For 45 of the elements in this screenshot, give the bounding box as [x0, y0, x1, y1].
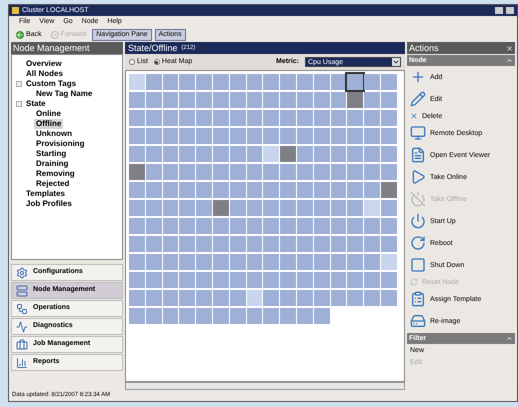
horizontal-scrollbar[interactable]	[125, 382, 405, 390]
app-icon	[12, 7, 19, 14]
server-icon	[16, 284, 28, 296]
tree-item[interactable]: Job Profiles	[24, 199, 74, 209]
document-icon	[410, 147, 426, 163]
play-icon	[410, 169, 426, 185]
briefcase-icon	[16, 338, 28, 350]
tree-item[interactable]: Draining	[34, 159, 70, 169]
bar-chart-icon	[16, 356, 28, 368]
tree-item[interactable]: Templates	[24, 189, 67, 199]
tree-item[interactable]: Provisioning	[34, 139, 86, 149]
power-off-icon	[410, 191, 426, 207]
tree-item[interactable]: Unknown	[34, 129, 74, 139]
tree-item[interactable]: Offline	[34, 119, 64, 129]
collapse-icon[interactable]	[506, 57, 513, 64]
pane-header: Node Management	[11, 42, 123, 54]
power-icon	[410, 213, 426, 229]
pulse-icon	[16, 320, 28, 332]
dropdown-arrow-icon	[392, 58, 400, 66]
tree-item[interactable]: Overview	[24, 59, 64, 69]
tree-item[interactable]: Removing	[34, 169, 77, 179]
tree-item[interactable]: All Nodes	[24, 69, 65, 79]
rotate-icon	[410, 235, 426, 251]
close-icon	[410, 112, 418, 120]
collapse-icon[interactable]	[506, 335, 513, 342]
close-icon[interactable]	[506, 44, 513, 52]
content-title: State/Offline	[128, 42, 178, 54]
tree-item[interactable]: Rejected	[34, 179, 72, 189]
square-icon	[410, 257, 426, 273]
refresh-icon	[410, 278, 418, 286]
monitor-icon	[410, 125, 426, 141]
clipboard-icon	[410, 291, 426, 307]
tree-item[interactable]: New Tag Name	[34, 89, 94, 99]
tree-item[interactable]: Custom Tags	[24, 79, 78, 89]
tree-item[interactable]: Online	[34, 109, 63, 119]
plus-icon	[410, 69, 426, 85]
pencil-icon	[410, 91, 426, 107]
expander-icon[interactable]	[16, 81, 22, 87]
workflow-icon	[16, 302, 28, 314]
drive-icon	[410, 313, 426, 329]
tree-item[interactable]: Starting	[34, 149, 68, 159]
expander-icon[interactable]	[16, 101, 22, 107]
tree-item[interactable]: State	[24, 99, 48, 109]
actions-title: Actions	[409, 42, 439, 54]
gear-icon	[16, 266, 28, 278]
